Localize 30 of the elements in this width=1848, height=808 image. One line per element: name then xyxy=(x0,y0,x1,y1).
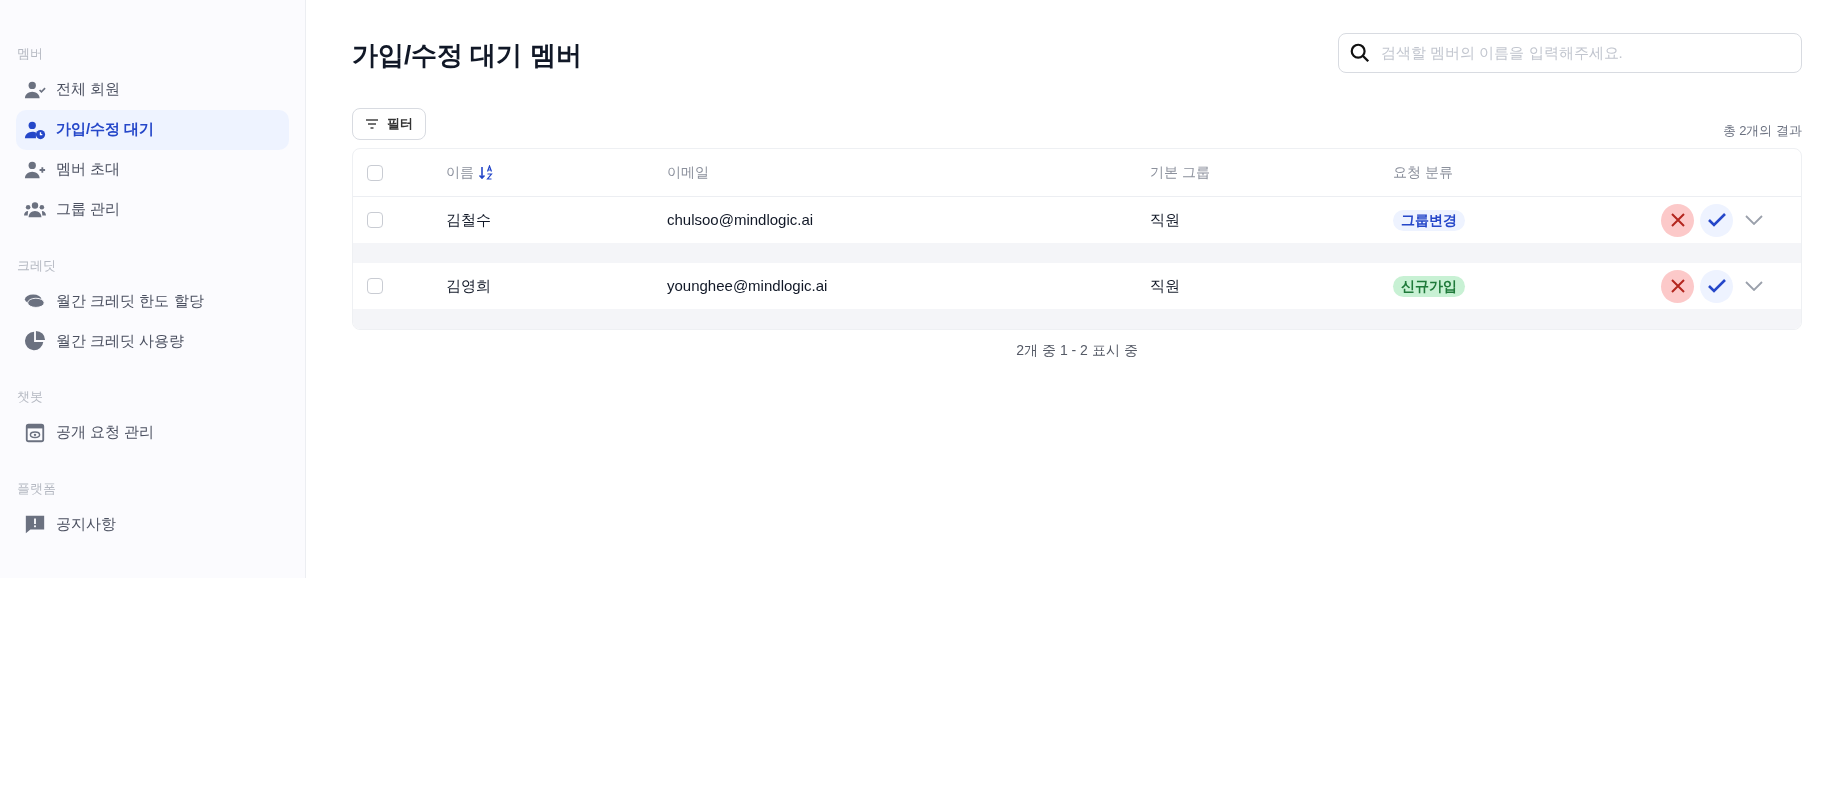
page-title: 가입/수정 대기 멤버 xyxy=(352,39,582,72)
sidebar-item[interactable]: 전체 회원 xyxy=(16,69,289,110)
section-label: 크레딧 xyxy=(16,256,57,275)
sidebar-item[interactable]: 멤버 초대 xyxy=(16,149,289,190)
table-cell-text: 김영희 xyxy=(446,275,492,296)
column-header: 이메일 xyxy=(667,163,710,182)
search-field[interactable]: 검색할 멤버의 이름을 입력해주세요. xyxy=(1338,33,1802,73)
table-cell-text: younghee@mindlogic.ai xyxy=(667,275,829,296)
sidebar-item[interactable]: 그룹 관리 xyxy=(16,189,289,230)
table-cell-text: 직원 xyxy=(1150,209,1181,230)
table-cell-text: chulsoo@mindlogic.ai xyxy=(667,209,815,230)
request-tag: 그룹변경 xyxy=(1393,209,1465,231)
sidebar-item[interactable]: 월간 크레딧 사용량 xyxy=(16,321,289,361)
request-tag: 신규가입 xyxy=(1393,275,1465,297)
column-header: 이름 xyxy=(446,163,474,182)
filter-button[interactable]: 필터 xyxy=(352,108,426,140)
column-header: 기본 그룹 xyxy=(1150,163,1211,182)
table-cell-text: 김철수 xyxy=(446,209,492,230)
sidebar-item[interactable]: 가입/수정 대기 xyxy=(16,109,289,150)
section-label: 챗봇 xyxy=(16,388,44,406)
column-header: 요청 분류 xyxy=(1393,163,1454,182)
result-count: 총 2개의 결과 xyxy=(1722,121,1802,140)
sidebar-item[interactable]: 공지사항 xyxy=(16,504,289,544)
sidebar-item[interactable]: 공개 요청 관리 xyxy=(16,412,289,453)
table-cell-text: 직원 xyxy=(1150,275,1181,296)
sidebar-item[interactable]: 월간 크레딧 한도 할당 xyxy=(16,281,289,321)
pagination-info: 2개 중 1 - 2 표시 중 xyxy=(1016,341,1138,360)
search-input[interactable]: 검색할 멤버의 이름을 입력해주세요. xyxy=(1381,41,1791,65)
section-label: 멤버 xyxy=(16,45,44,63)
section-label: 플랫폼 xyxy=(16,479,57,498)
